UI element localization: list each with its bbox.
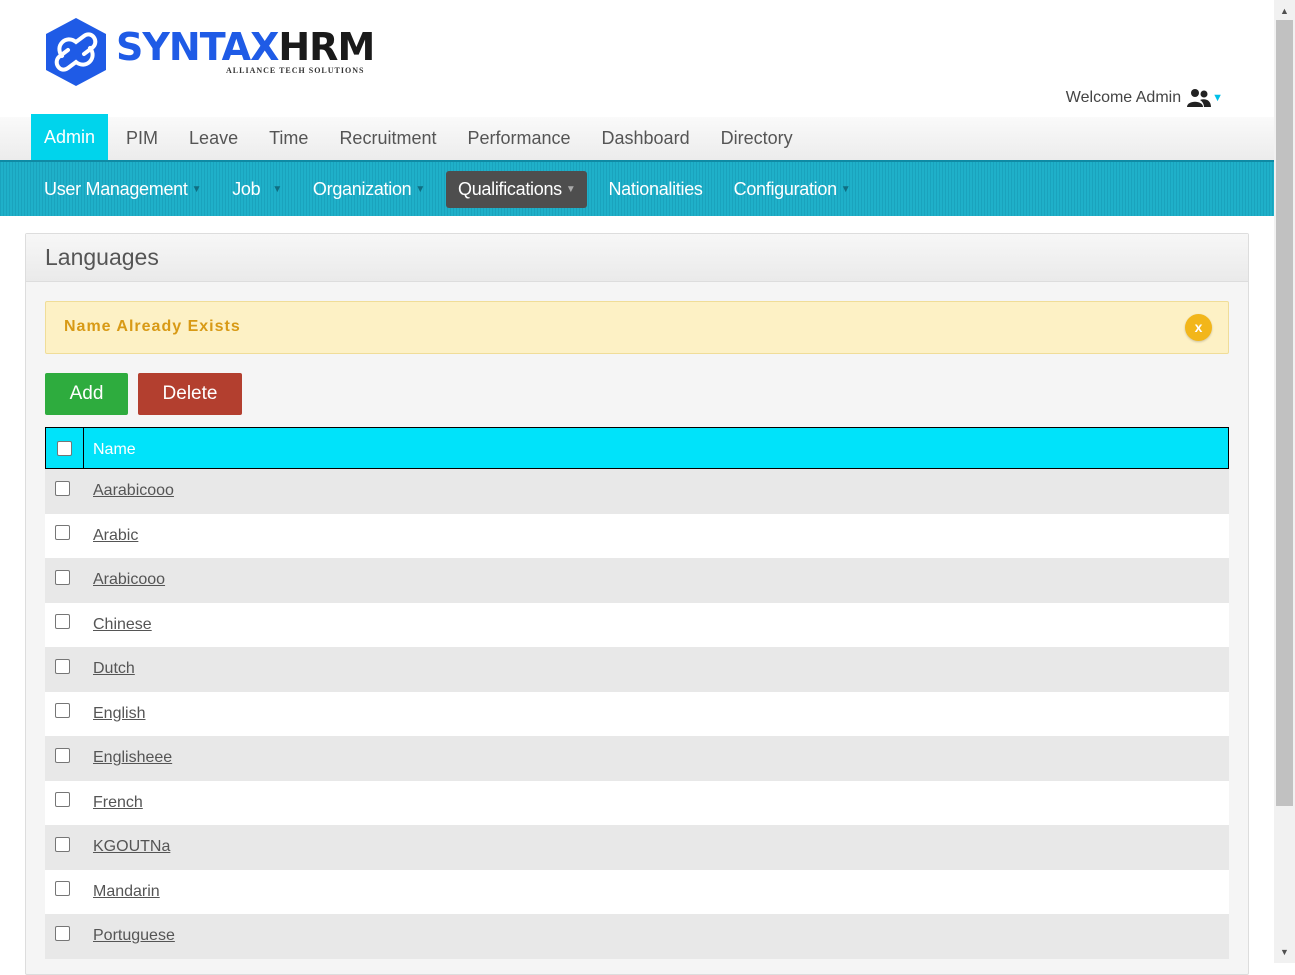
scroll-down-arrow-icon[interactable]: ▼ <box>1274 943 1295 963</box>
row-checkbox[interactable] <box>54 836 70 852</box>
language-link[interactable]: Arabicooo <box>93 571 165 589</box>
page-title: Languages <box>45 244 159 270</box>
caret-down-icon: ▼ <box>840 183 851 195</box>
row-checkbox-cell <box>45 614 79 630</box>
table-row: KGOUTNa <box>45 825 1229 870</box>
users-icon <box>1187 89 1212 107</box>
select-all-checkbox[interactable] <box>57 440 72 456</box>
table-row: Dutch <box>45 647 1229 692</box>
language-link[interactable]: French <box>93 794 143 812</box>
sub-nav-label: Nationalities <box>608 178 703 199</box>
table-header: Name <box>45 427 1229 469</box>
sub-nav-label: Configuration <box>733 178 837 199</box>
language-link[interactable]: Aarabicooo <box>93 482 174 500</box>
row-checkbox-cell <box>45 836 79 852</box>
scroll-thumb[interactable] <box>1276 20 1293 806</box>
language-link[interactable]: English <box>93 705 145 723</box>
row-checkbox-cell <box>45 881 79 897</box>
table-body: Aarabicooo Arabic Arabicooo Chinese Dutc… <box>45 469 1229 959</box>
row-checkbox[interactable] <box>54 881 70 897</box>
logo-brand-part1: SYNTAX <box>116 25 279 69</box>
sub-nav-nationalities[interactable]: Nationalities <box>598 171 712 208</box>
logo-tagline: ALLIANCE TECH SOLUTIONS <box>226 66 365 75</box>
sub-nav-label: Qualifications <box>458 178 562 199</box>
language-link[interactable]: KGOUTNa <box>93 838 170 856</box>
row-checkbox[interactable] <box>54 747 70 763</box>
scroll-up-arrow-icon[interactable]: ▲ <box>1274 0 1295 20</box>
caret-down-icon: ▼ <box>565 183 576 195</box>
vertical-scrollbar[interactable]: ▲ ▼ <box>1274 0 1295 963</box>
main-nav-recruitment[interactable]: Recruitment <box>326 117 449 160</box>
caret-down-icon: ▼ <box>191 183 202 195</box>
languages-table: Name Aarabicooo Arabic Arabicooo Chinese… <box>45 427 1229 959</box>
welcome-menu[interactable]: Welcome Admin ▼ <box>1066 88 1223 108</box>
language-link[interactable]: Englisheee <box>93 749 172 767</box>
table-row: French <box>45 780 1229 825</box>
main-nav: Admin PIM Leave Time Recruitment Perform… <box>0 114 1274 161</box>
row-checkbox[interactable] <box>54 658 70 674</box>
row-checkbox[interactable] <box>54 525 70 541</box>
sub-nav-configuration[interactable]: Configuration ▼ <box>724 171 861 208</box>
column-header-name[interactable]: Name <box>84 441 136 459</box>
row-checkbox-cell <box>45 480 79 496</box>
panel-header: Languages <box>26 234 1248 282</box>
main-nav-time[interactable]: Time <box>256 117 321 160</box>
row-checkbox[interactable] <box>54 792 70 808</box>
table-row: Arabicooo <box>45 558 1229 603</box>
add-button[interactable]: Add <box>45 373 128 415</box>
row-checkbox-cell <box>45 569 79 585</box>
row-checkbox-cell <box>45 925 79 941</box>
languages-panel: Languages Name Already Exists x Add Dele… <box>25 233 1249 975</box>
sub-nav-label: Organization <box>312 178 412 199</box>
close-icon[interactable]: x <box>1185 314 1212 341</box>
language-link[interactable]: Mandarin <box>93 883 160 901</box>
sub-nav: User Management ▼ Job ▼ Organization ▼ Qual… <box>0 160 1274 216</box>
row-checkbox-cell <box>45 658 79 674</box>
table-row: Portuguese <box>45 914 1229 959</box>
syntaxhrm-logo: SYNTAXHRM ALLIANCE TECH SOLUTIONS <box>44 16 375 92</box>
table-row: Arabic <box>45 513 1229 558</box>
caret-down-icon[interactable]: ▼ <box>1212 92 1223 104</box>
row-checkbox-cell <box>45 525 79 541</box>
main-nav-performance[interactable]: Performance <box>454 117 583 160</box>
caret-down-icon: ▼ <box>415 183 425 195</box>
row-checkbox[interactable] <box>54 480 70 496</box>
warning-alert: Name Already Exists x <box>45 301 1229 354</box>
sub-nav-organization[interactable]: Organization ▼ <box>303 171 435 208</box>
table-row: Chinese <box>45 602 1229 647</box>
sub-nav-label: User Management <box>44 178 188 199</box>
sub-nav-job[interactable]: Job ▼ <box>222 171 292 208</box>
alert-message: Name Already Exists <box>64 318 241 335</box>
table-row: Mandarin <box>45 869 1229 914</box>
table-row: Englisheee <box>45 736 1229 781</box>
row-checkbox[interactable] <box>54 703 70 719</box>
sub-nav-qualifications[interactable]: Qualifications ▼ <box>446 170 588 208</box>
table-row: Aarabicooo <box>45 469 1229 514</box>
row-checkbox-cell <box>45 747 79 763</box>
main-nav-leave[interactable]: Leave <box>176 117 251 160</box>
logo-brand-part2: HRM <box>278 25 375 69</box>
table-row: English <box>45 691 1229 736</box>
main-nav-dashboard[interactable]: Dashboard <box>589 117 703 160</box>
language-link[interactable]: Chinese <box>93 616 152 634</box>
main-nav-directory[interactable]: Directory <box>708 117 806 160</box>
row-checkbox[interactable] <box>54 614 70 630</box>
language-link[interactable]: Portuguese <box>93 927 175 945</box>
sub-nav-user-management[interactable]: User Management ▼ <box>34 171 211 208</box>
welcome-text: Welcome Admin <box>1065 89 1182 106</box>
sub-nav-label: Job <box>232 178 261 199</box>
caret-down-icon: ▼ <box>272 183 282 195</box>
logo-badge-icon <box>46 18 106 86</box>
row-checkbox[interactable] <box>54 925 70 941</box>
select-all-cell <box>46 428 84 468</box>
row-checkbox-cell <box>45 703 79 719</box>
row-checkbox-cell <box>45 792 79 808</box>
main-nav-pim[interactable]: PIM <box>113 117 171 160</box>
row-checkbox[interactable] <box>54 569 70 585</box>
logo-wordmark: SYNTAXHRM <box>116 25 375 69</box>
language-link[interactable]: Dutch <box>93 660 135 678</box>
main-nav-admin[interactable]: Admin <box>31 114 109 160</box>
language-link[interactable]: Arabic <box>93 527 138 545</box>
delete-button[interactable]: Delete <box>138 373 242 415</box>
